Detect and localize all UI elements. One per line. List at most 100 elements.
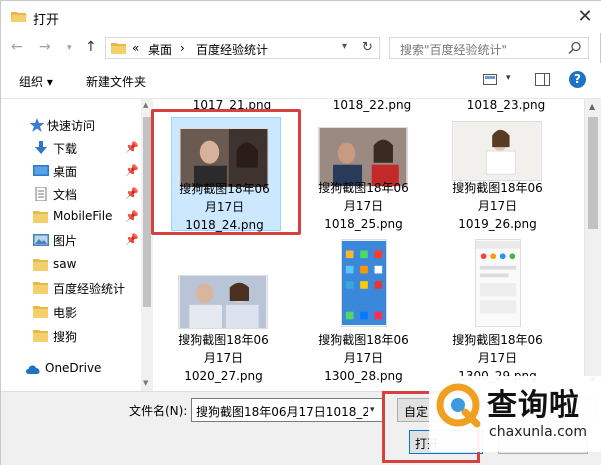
breadcrumb-overflow[interactable]: « [132, 41, 139, 55]
cloud-icon [25, 365, 40, 374]
refresh-icon[interactable]: ↻ [362, 40, 373, 55]
scroll-up-icon[interactable]: ▲ [589, 102, 595, 111]
file-list-scroll-thumb[interactable] [588, 117, 598, 229]
sidebar-item-saw[interactable]: saw [1, 254, 141, 276]
folder-icon [33, 211, 48, 223]
open-file-dialog: 打开 ✕ ← → ▾ ↑ « 桌面 › 百度经验统计 ▾ ↻ 搜索"百度经验统计… [0, 0, 601, 465]
file-name-line3: 1019_26.png [458, 217, 537, 231]
sidebar-item-label: MobileFile [53, 209, 113, 223]
filename-value: 搜狗截图18年06月17日1018_24. [196, 405, 368, 419]
search-placeholder: 搜索"百度经验统计" [400, 43, 508, 57]
sidebar-item-desktop[interactable]: 桌面 📌 [1, 160, 141, 182]
file-name-line3: 1300_28.png [324, 369, 403, 383]
pin-icon: 📌 [125, 233, 139, 246]
sidebar-item-label: 文档 [53, 188, 78, 202]
close-button[interactable]: ✕ [573, 5, 597, 29]
sidebar-item-mobilefile[interactable]: MobileFile 📌 [1, 206, 141, 228]
sidebar-item-pictures[interactable]: 图片 📌 [1, 229, 141, 251]
search-input[interactable]: 搜索"百度经验统计" [389, 37, 589, 59]
watermark-logo-icon [436, 383, 481, 428]
file-name: 搜狗截图18年06 月17日 1300_28.png [311, 331, 416, 385]
image-thumbnail [452, 121, 542, 181]
file-tile[interactable]: 搜狗截图18年06 月17日 1020_27.png [171, 237, 281, 387]
view-options-icon[interactable] [483, 74, 497, 85]
file-name-line2: 月17日 [477, 199, 518, 213]
sidebar-scroll-thumb[interactable] [143, 117, 151, 307]
pin-icon: 📌 [125, 164, 139, 177]
image-thumbnail [341, 239, 387, 327]
file-name-line3: 1020_27.png [184, 369, 263, 383]
pin-icon: 📌 [125, 141, 139, 154]
pictures-icon [33, 234, 49, 246]
folder-icon [33, 282, 48, 294]
forward-arrow-icon[interactable]: → [39, 39, 51, 55]
help-icon[interactable]: ? [569, 71, 586, 88]
back-arrow-icon[interactable]: ← [11, 39, 23, 55]
sidebar-item-downloads[interactable]: 下载 📌 [1, 137, 141, 159]
sidebar-item-onedrive[interactable]: OneDrive [1, 358, 141, 380]
preview-pane-icon[interactable] [535, 73, 550, 86]
file-name-line2: 月17日 [203, 351, 244, 365]
up-arrow-icon[interactable]: ↑ [85, 39, 97, 55]
folder-icon [111, 43, 126, 54]
file-tile[interactable]: 搜狗截图18年06 月17日 1018_25.png [311, 117, 421, 231]
file-tile[interactable]: 搜狗截图18年06 月17日 1300_29.png [445, 237, 555, 387]
pin-icon: 📌 [125, 187, 139, 200]
organize-button[interactable]: 组织 ▾ [19, 73, 53, 90]
breadcrumb-separator: › [180, 41, 185, 55]
folder-icon [33, 306, 48, 318]
download-icon [35, 141, 47, 154]
file-name-line2: 月17日 [343, 199, 384, 213]
file-name: 搜狗截图18年06 月17日 1020_27.png [171, 331, 276, 385]
scroll-up-icon[interactable]: ▲ [143, 101, 148, 109]
file-name: 搜狗截图18年06 月17日 1019_26.png [445, 179, 550, 233]
window-title: 打开 [33, 13, 60, 28]
file-name-line1: 搜狗截图18年06 [452, 181, 543, 195]
sidebar-item-documents[interactable]: 文档 📌 [1, 183, 141, 205]
filename-label: 文件名(N): [129, 404, 188, 418]
file-name-line1: 搜狗截图18年06 [318, 333, 409, 347]
breadcrumb-current-folder[interactable]: 百度经验统计 [196, 41, 268, 58]
file-name-partial[interactable]: 1018_22.png [317, 99, 427, 114]
file-name-partial[interactable]: 1018_23.png [451, 99, 561, 114]
toolbar: 组织 ▾ 新建文件夹 ▾ ? [1, 63, 601, 99]
sidebar-item-label: 电影 [53, 306, 78, 320]
sidebar-item-label: 搜狗 [53, 330, 78, 344]
file-name: 搜狗截图18年06 月17日 1018_25.png [311, 179, 416, 233]
sidebar-item-baidu-stats[interactable]: 百度经验统计 [1, 277, 141, 299]
file-name-line2: 月17日 [343, 351, 384, 365]
sidebar-item-label: saw [53, 257, 77, 271]
sidebar-item-label: 百度经验统计 [53, 282, 126, 296]
sidebar-item-label: 桌面 [53, 165, 78, 179]
address-dropdown-icon[interactable]: ▾ [342, 41, 347, 52]
folder-icon [33, 330, 48, 342]
sidebar-item-quick-access[interactable]: 快速访问 [1, 114, 141, 136]
breadcrumb-desktop[interactable]: 桌面 [148, 41, 172, 58]
annotation-highlight [151, 109, 301, 235]
desktop-icon [33, 165, 49, 176]
address-bar[interactable]: « 桌面 › 百度经验统计 ▾ ↻ [105, 37, 380, 59]
file-name-line2: 月17日 [477, 351, 518, 365]
watermark-name: 查询啦 [487, 388, 580, 423]
file-tile[interactable]: 搜狗截图18年06 月17日 1019_26.png [445, 117, 555, 231]
filename-field[interactable]: 搜狗截图18年06月17日1018_24. ▾ [191, 398, 383, 422]
file-list-scrollbar[interactable]: ▲ ▼ [584, 99, 601, 391]
new-folder-button[interactable]: 新建文件夹 [86, 73, 146, 90]
sidebar-item-label: 快速访问 [47, 119, 96, 133]
pin-icon: 📌 [125, 210, 139, 223]
watermark: 查询啦 chaxunla.com [429, 376, 601, 452]
document-icon [35, 187, 47, 201]
watermark-url: chaxunla.com [489, 424, 587, 440]
file-tile[interactable]: 搜狗截图18年06 月17日 1300_28.png [311, 237, 421, 387]
search-icon[interactable] [568, 41, 582, 55]
sidebar-item-sogou[interactable]: 搜狗 [1, 325, 141, 347]
sidebar-item-label: OneDrive [45, 361, 102, 375]
file-name-line1: 搜狗截图18年06 [178, 333, 269, 347]
recent-dropdown-icon[interactable]: ▾ [67, 43, 72, 53]
file-name-line1: 搜狗截图18年06 [318, 181, 409, 195]
star-icon [29, 118, 45, 132]
sidebar-item-movies[interactable]: 电影 [1, 301, 141, 323]
view-dropdown-icon[interactable]: ▾ [506, 73, 511, 83]
chevron-down-icon[interactable]: ▾ [370, 405, 375, 415]
scroll-down-icon[interactable]: ▼ [143, 379, 148, 387]
